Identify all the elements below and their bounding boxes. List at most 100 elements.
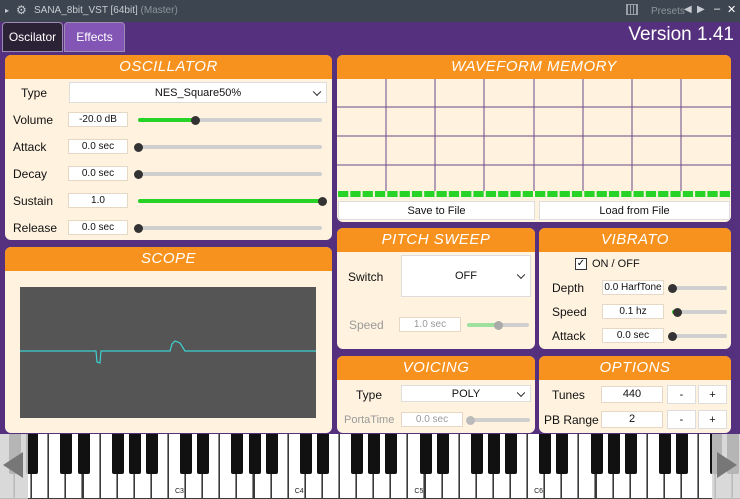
param-value[interactable]: 1.0 <box>68 193 128 208</box>
waveform-cell[interactable] <box>387 191 398 197</box>
slider-knob[interactable] <box>190 115 200 125</box>
black-key[interactable] <box>111 434 124 474</box>
pitch-sweep-switch-dropdown[interactable]: OFF <box>401 255 531 297</box>
black-key[interactable] <box>368 434 381 474</box>
slider-knob[interactable] <box>465 415 475 425</box>
black-key[interactable] <box>351 434 364 474</box>
pb-range-value[interactable]: 2 <box>601 411 663 428</box>
vibrato-depth-slider[interactable] <box>667 283 727 293</box>
slider-knob[interactable] <box>673 307 682 317</box>
waveform-cell[interactable] <box>719 191 730 197</box>
vibrato-param-value[interactable]: 0.1 hz <box>602 304 664 319</box>
waveform-cell[interactable] <box>695 191 706 197</box>
waveform-cell[interactable] <box>682 191 694 197</box>
waveform-cell[interactable] <box>350 191 361 197</box>
slider-knob[interactable] <box>667 283 677 293</box>
waveform-cell[interactable] <box>535 191 546 197</box>
waveform-cell[interactable] <box>571 191 583 197</box>
volume-slider[interactable] <box>138 115 322 125</box>
decay-slider[interactable] <box>133 169 322 179</box>
waveform-cell[interactable] <box>658 191 669 197</box>
portatime-slider[interactable] <box>465 415 530 425</box>
param-value[interactable]: 0.0 sec <box>68 220 128 235</box>
black-key[interactable] <box>231 434 244 474</box>
waveform-cell[interactable] <box>633 191 644 197</box>
waveform-cell[interactable] <box>498 191 509 197</box>
black-key[interactable] <box>436 434 449 474</box>
waveform-cell[interactable] <box>670 191 681 197</box>
black-key[interactable] <box>197 434 210 474</box>
black-key[interactable] <box>60 434 73 474</box>
waveform-cell[interactable] <box>399 191 410 197</box>
waveform-cell[interactable] <box>485 191 497 197</box>
black-key[interactable] <box>128 434 141 474</box>
waveform-cell[interactable] <box>473 191 484 197</box>
next-preset-icon[interactable]: ▶ <box>697 4 705 15</box>
waveform-cell[interactable] <box>596 191 607 197</box>
waveform-cell[interactable] <box>645 191 657 197</box>
waveform-cell[interactable] <box>621 191 632 197</box>
black-key[interactable] <box>385 434 398 474</box>
black-key[interactable] <box>624 434 637 474</box>
black-key[interactable] <box>539 434 552 474</box>
waveform-cell[interactable] <box>608 191 620 197</box>
presets-label[interactable]: Presets <box>651 6 685 17</box>
black-key[interactable] <box>590 434 603 474</box>
black-key[interactable] <box>77 434 90 474</box>
black-key[interactable] <box>419 434 432 474</box>
oscillator-type-dropdown[interactable]: NES_Square50% <box>69 82 327 103</box>
prev-preset-icon[interactable]: ◀ <box>684 4 692 15</box>
attack-slider[interactable] <box>133 142 322 152</box>
vibrato-attack-slider[interactable] <box>667 331 727 341</box>
waveform-cell[interactable] <box>547 191 558 197</box>
scroll-left-button[interactable] <box>0 434 28 499</box>
black-key[interactable] <box>505 434 517 474</box>
black-key[interactable] <box>265 434 278 474</box>
slider-knob[interactable] <box>133 223 143 233</box>
vibrato-param-value[interactable]: 0.0 sec <box>602 328 664 343</box>
minimize-icon[interactable]: ‒ <box>714 3 720 15</box>
scroll-right-button[interactable] <box>712 434 740 499</box>
waveform-cell[interactable] <box>338 191 349 197</box>
tab-effects[interactable]: Effects <box>64 22 125 52</box>
black-key[interactable] <box>676 434 688 474</box>
black-key[interactable] <box>556 434 569 474</box>
waveform-grid[interactable] <box>337 79 731 199</box>
waveform-cell[interactable] <box>510 191 521 197</box>
black-key[interactable] <box>248 434 261 474</box>
black-key[interactable] <box>470 434 483 474</box>
tab-oscillator[interactable]: Oscilator <box>2 22 63 52</box>
waveform-cell[interactable] <box>707 191 718 197</box>
black-key[interactable] <box>299 434 312 474</box>
waveform-cell[interactable] <box>411 191 423 197</box>
black-key[interactable] <box>145 434 158 474</box>
waveform-cell[interactable] <box>374 191 386 197</box>
waveform-cell[interactable] <box>436 191 447 197</box>
tunes-value[interactable]: 440 <box>601 386 663 403</box>
pb-range-increment-button[interactable]: + <box>698 410 727 429</box>
vibrato-param-value[interactable]: 0.0 HarfTone <box>602 280 664 295</box>
gear-icon[interactable]: ⚙ <box>16 3 27 17</box>
black-key[interactable] <box>180 434 193 474</box>
save-to-file-button[interactable]: Save to File <box>338 201 535 220</box>
black-key[interactable] <box>316 434 329 474</box>
voicing-type-dropdown[interactable]: POLY <box>401 385 531 402</box>
vibrato-checkbox[interactable]: ✓ <box>575 258 587 270</box>
slider-knob[interactable] <box>317 196 327 206</box>
tunes-increment-button[interactable]: + <box>698 385 727 404</box>
slider-knob[interactable] <box>133 142 143 152</box>
expand-arrow-icon[interactable]: ▸ <box>5 6 9 15</box>
pb-range-decrement-button[interactable]: - <box>667 410 696 429</box>
waveform-cell[interactable] <box>461 191 472 197</box>
grid-icon[interactable] <box>626 4 638 15</box>
param-value[interactable]: 0.0 sec <box>68 139 128 154</box>
load-from-file-button[interactable]: Load from File <box>539 201 730 220</box>
slider-knob[interactable] <box>133 169 143 179</box>
sustain-slider[interactable] <box>138 196 327 206</box>
release-slider[interactable] <box>133 223 322 233</box>
black-key[interactable] <box>487 434 500 474</box>
vibrato-speed-slider[interactable] <box>672 307 727 317</box>
black-key[interactable] <box>658 434 671 474</box>
pitch-sweep-speed-slider[interactable] <box>467 320 529 330</box>
param-value[interactable]: 0.0 sec <box>68 166 128 181</box>
